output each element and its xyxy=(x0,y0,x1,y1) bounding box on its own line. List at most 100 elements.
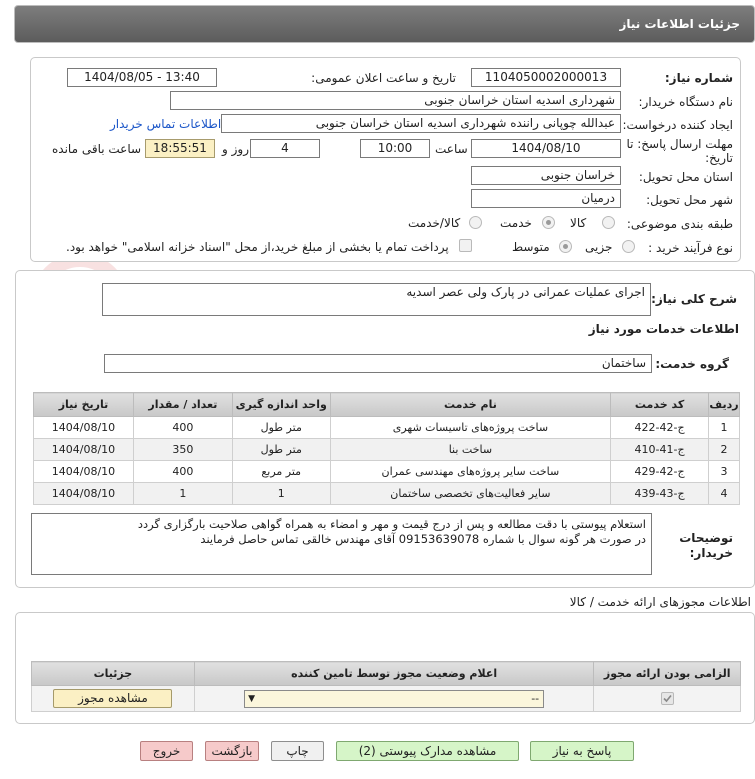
col-code: کد خدمت xyxy=(610,392,710,417)
permit-status-select[interactable]: -- ▼ xyxy=(244,689,545,708)
deadline-date-field: 1404/08/10 xyxy=(471,139,621,158)
exit-button[interactable]: خروج xyxy=(140,741,193,761)
deadline-time-field: 10:00 xyxy=(360,139,430,158)
permit-details-cell: مشاهده مجوز xyxy=(31,685,195,712)
category-option-both: کالا/خدمت xyxy=(408,216,461,230)
category-label: طبقه بندی موضوعی: xyxy=(626,217,733,231)
col-date: تاریخ نیاز xyxy=(33,392,134,417)
col-qty: تعداد / مقدار xyxy=(132,392,233,417)
need-number-label: شماره نیاز: xyxy=(664,71,733,85)
table-row: 4 ج-43-439 سایر فعالیت‌های تخصصی ساختمان… xyxy=(33,482,740,505)
service-unit: متر مربع xyxy=(231,460,331,483)
process-radio-minor[interactable] xyxy=(622,240,635,253)
summary-field: اجرای عملیات عمرانی در پارک ولی عصر اسدی… xyxy=(102,283,651,316)
table-row: 1 ج-42-422 ساخت پروژه‌های تاسیسات شهری م… xyxy=(33,416,740,439)
category-radio-both[interactable] xyxy=(469,216,482,229)
service-qty: 350 xyxy=(132,438,233,461)
remaining-time-field: 18:55:51 xyxy=(145,139,215,158)
service-unit: متر طول xyxy=(231,416,331,439)
col-permit-details: جزئیات xyxy=(31,661,195,686)
table-row: -- ▼ مشاهده مجوز xyxy=(31,685,741,712)
announce-field: 1404/08/05 - 13:40 xyxy=(67,68,217,87)
process-option-minor: جزیی xyxy=(585,240,613,254)
creator-field: عبدالله چوپانی راننده شهرداری اسدیه استا… xyxy=(221,114,621,133)
service-qty: 1 xyxy=(132,482,233,505)
service-qty: 400 xyxy=(132,416,233,439)
process-radio-medium[interactable] xyxy=(559,240,572,253)
description-label: توضیحات xyxy=(679,531,733,545)
services-table-header: ردیف کد خدمت نام خدمت واحد اندازه گیری ت… xyxy=(33,392,740,417)
service-group-label: گروه خدمت: xyxy=(655,357,729,371)
contact-buyer-link[interactable]: اطلاعات تماس خریدار xyxy=(110,117,221,131)
deadline-label: مهلت ارسال پاسخ: تا xyxy=(626,137,733,151)
service-name: ساخت بنا xyxy=(329,438,612,461)
category-radio-service[interactable] xyxy=(542,216,555,229)
process-option-medium: متوسط xyxy=(512,240,550,254)
description-line-1: استعلام پیوستی با دقت مطالعه و پس از درج… xyxy=(137,517,646,531)
back-button[interactable]: بازگشت xyxy=(205,741,259,761)
service-code: ج-41-410 xyxy=(610,438,710,461)
category-option-service: خدمت xyxy=(500,216,532,230)
permit-required-cell xyxy=(593,685,741,712)
treasury-checkbox[interactable] xyxy=(459,239,472,252)
service-unit: 1 xyxy=(231,482,331,505)
service-unit: متر طول xyxy=(231,438,331,461)
col-unit: واحد اندازه گیری xyxy=(231,392,331,417)
view-attachments-button[interactable]: مشاهده مدارک پیوستی (2) xyxy=(336,741,519,761)
service-name: سایر فعالیت‌های تخصصی ساختمان xyxy=(329,482,612,505)
permits-title: اطلاعات مجوزهای ارائه خدمت / کالا xyxy=(569,595,751,609)
row-index: 3 xyxy=(708,460,740,483)
buyer-org-label: نام دستگاه خریدار: xyxy=(638,95,734,109)
description-label-buyer: خریدار: xyxy=(689,546,733,560)
service-date: 1404/08/10 xyxy=(33,460,134,483)
service-name: ساخت سایر پروژه‌های مهندسی عمران xyxy=(329,460,612,483)
days-label: روز و xyxy=(222,142,249,156)
service-name: ساخت پروژه‌های تاسیسات شهری xyxy=(329,416,612,439)
summary-label: شرح کلی نیاز: xyxy=(651,292,737,306)
deadline-time-label: ساعت xyxy=(435,142,468,156)
category-radio-goods[interactable] xyxy=(602,216,615,229)
service-code: ج-43-439 xyxy=(610,482,710,505)
service-date: 1404/08/10 xyxy=(33,482,134,505)
permit-required-checkbox xyxy=(660,692,674,706)
col-permit-required: الزامی بودن ارائه مجوز xyxy=(593,661,741,686)
province-field: خراسان جنوبی xyxy=(471,166,621,185)
description-field: استعلام پیوستی با دقت مطالعه و پس از درج… xyxy=(31,513,652,575)
view-permit-button[interactable]: مشاهده مجوز xyxy=(53,689,173,708)
service-date: 1404/08/10 xyxy=(33,438,134,461)
reply-to-need-button[interactable]: پاسخ به نیاز xyxy=(530,741,634,761)
col-permit-status: اعلام وضعیت مجوز توسط تامین کننده xyxy=(193,661,595,686)
creator-label: ایجاد کننده درخواست: xyxy=(622,118,733,132)
check-icon xyxy=(663,695,672,703)
print-button[interactable]: چاپ xyxy=(271,741,324,761)
city-field: درمیان xyxy=(471,189,621,208)
service-date: 1404/08/10 xyxy=(33,416,134,439)
chevron-down-icon: ▼ xyxy=(248,693,256,704)
row-index: 1 xyxy=(708,416,740,439)
services-section-title: اطلاعات خدمات مورد نیاز xyxy=(588,322,739,336)
permit-status-cell: -- ▼ xyxy=(193,685,595,712)
service-code: ج-42-422 xyxy=(610,416,710,439)
services-table: ردیف کد خدمت نام خدمت واحد اندازه گیری ت… xyxy=(33,392,740,505)
permits-table-header: الزامی بودن ارائه مجوز اعلام وضعیت مجوز … xyxy=(31,661,741,686)
row-index: 4 xyxy=(708,482,740,505)
province-label: استان محل تحویل: xyxy=(638,170,733,184)
service-qty: 400 xyxy=(132,460,233,483)
process-label: نوع فرآیند خرید : xyxy=(648,241,733,255)
need-number-field: 1104050002000013 xyxy=(471,68,621,87)
table-row: 3 ج-42-429 ساخت سایر پروژه‌های مهندسی عم… xyxy=(33,460,740,483)
page-title: جزئیات اطلاعات نیاز xyxy=(619,17,740,31)
page-header: جزئیات اطلاعات نیاز xyxy=(14,5,755,43)
payment-note: پرداخت تمام یا بخشی از مبلغ خرید،از محل … xyxy=(66,240,449,254)
row-index: 2 xyxy=(708,438,740,461)
category-option-goods: کالا xyxy=(570,216,587,230)
days-field: 4 xyxy=(250,139,320,158)
need-info-panel xyxy=(30,57,741,262)
city-label: شهر محل تحویل: xyxy=(646,193,733,207)
permits-table: الزامی بودن ارائه مجوز اعلام وضعیت مجوز … xyxy=(31,661,741,712)
remaining-label: ساعت باقی مانده xyxy=(52,142,142,156)
col-row: ردیف xyxy=(708,392,740,417)
table-row: 2 ج-41-410 ساخت بنا متر طول 350 1404/08/… xyxy=(33,438,740,461)
permit-status-value: -- xyxy=(531,691,540,705)
deadline-label-date: تاریخ: xyxy=(705,151,733,165)
